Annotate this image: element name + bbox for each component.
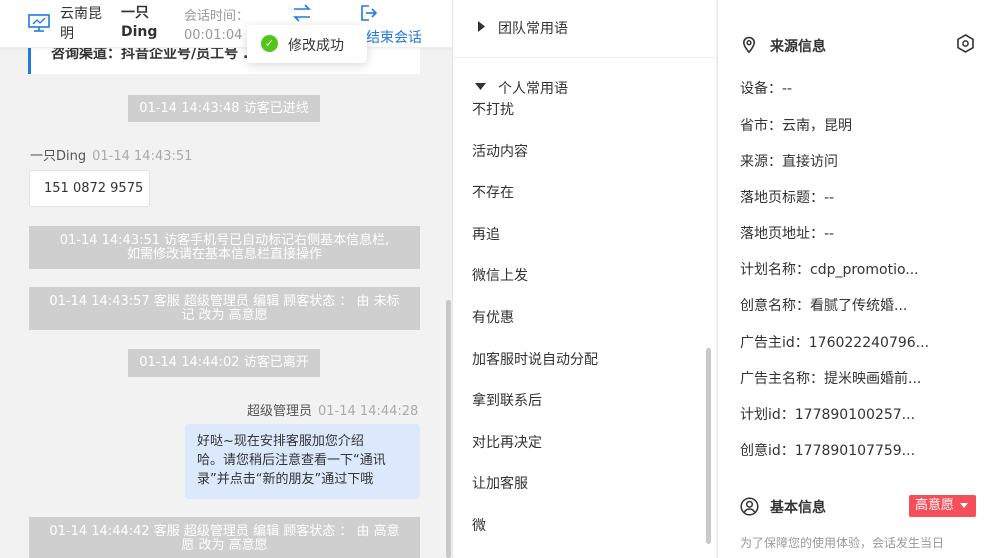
phrase-item[interactable]: 不打扰 [472,99,514,119]
phrase-item[interactable]: 对比再决定 [472,432,542,452]
transfer-icon[interactable] [291,4,313,22]
phrase-item[interactable]: 微 [472,515,486,535]
info-row-advertiser-id: 广告主id：176022240796... [740,335,930,351]
visitor-nickname: 一只Ding [121,5,158,40]
phrase-item[interactable]: 让加客服 [472,473,528,493]
chat-scrollbar[interactable] [446,300,451,558]
end-session-button[interactable]: 结束会话 [366,27,422,47]
phrase-item[interactable]: 活动内容 [472,141,528,161]
source-info-header: 来源信息 [740,36,940,56]
phrases-panel: 团队常用语 个人常用语 不打扰 活动内容 不存在 再追 微信上发 有优惠 加客服… [453,0,716,558]
basic-info-header: 基本信息 [740,497,900,517]
caret-right-icon [478,21,485,32]
privacy-notice: 为了保障您的使用体验，会话发生当日 [740,536,945,550]
visitor-name: 一只Ding [30,149,87,164]
info-row-creative-id: 创意id：177890107759... [740,443,916,459]
system-message-line: 01-14 14:44:42 客服 超级管理员 编辑 顾客状态 ： 由 高意 [49,523,400,539]
info-row-plan-id: 计划id：177890100257... [740,407,916,423]
caret-down-icon [475,83,486,90]
agent-name: 超级管理员 [247,404,313,419]
agent-message-bubble: 好哒~现在安排客服加您介绍 哈。请您稍后注意查看一下“通讯 录”并点击“新的朋友… [185,424,420,499]
session-time-value: 00:01:04 [184,28,243,43]
team-phrases-toggle[interactable]: 团队常用语 [453,18,716,38]
location-pin-icon [742,36,756,54]
system-message-line: 愿 改为 高意愿 [181,537,268,553]
agent-sender-line: 超级管理员 01-14 14:44:28 [247,400,418,419]
exit-icon[interactable] [360,4,378,22]
info-row-creative-name: 创意名称：看腻了传统婚... [740,298,908,314]
phrase-item[interactable]: 不存在 [472,182,514,202]
visitor-info-panel: 来源信息 设备：-- 省市：云南，昆明 来源：直接访问 落地页标题：-- 落地页… [717,0,994,558]
info-row-source: 来源：直接访问 [740,154,838,170]
chat-header: 云南昆明 一只Ding 会话时间： 00:01:04 结束会话 [0,0,452,48]
agent-message-line: 哈。请您稍后注意查看一下“通讯 [197,453,386,468]
info-row-landing-url: 落地页地址：-- [740,226,835,242]
system-message: 01-14 14:44:02 访客已离开 [128,349,320,377]
system-message: 01-14 14:43:57 客服 超级管理员 编辑 顾客状态 ： 由 未标 记… [29,287,420,330]
system-message: 01-14 14:43:48 访客已进线 [128,95,320,122]
source-info-title: 来源信息 [770,39,826,55]
basic-info-title: 基本信息 [770,500,826,516]
agent-message-line: 好哒~现在安排客服加您介绍 [197,434,364,449]
phrase-item[interactable]: 微信上发 [472,265,528,285]
system-message-line: 记 改为 高意愿 [181,307,268,323]
phrases-scrollbar[interactable] [706,348,711,544]
system-message-line: 如需修改请在基本信息栏直接操作 [126,246,322,262]
info-row-landing-title: 落地页标题：-- [740,190,835,206]
status-badge[interactable]: 高意愿 [909,495,976,517]
visitor-location: 云南昆明 [60,6,102,42]
agent-message-line: 录”并点击“新的朋友”通过下哦 [197,472,374,487]
info-row-advertiser-name: 广告主名称：提米映画婚前... [740,371,922,387]
status-badge-label: 高意愿 [915,498,955,513]
info-row-province: 省市：云南，昆明 [740,118,852,134]
user-circle-icon [740,497,759,516]
system-message-line: 01-14 14:43:57 客服 超级管理员 编辑 顾客状态 ： 由 未标 [49,293,400,309]
system-message-line: 01-14 14:43:51 访客手机号已自动标记右侧基本信息栏, [59,232,390,248]
check-circle-icon: ✓ [261,35,278,52]
visitor-message-bubble: 151 0872 9575 [29,170,150,207]
personal-phrases-label: 个人常用语 [498,81,568,97]
phrase-item[interactable]: 有优惠 [472,307,514,327]
info-row-device: 设备：-- [740,81,793,97]
personal-phrases-toggle[interactable]: 个人常用语 [453,78,716,98]
chat-panel: 云南昆明 一只Ding 会话时间： 00:01:04 结束会话 ✓ 修改成功 咨… [0,0,453,558]
session-time-label: 会话时间： [184,9,250,24]
system-message: 01-14 14:43:51 访客手机号已自动标记右侧基本信息栏, 如需修改请在… [29,226,420,269]
window-edge [990,0,994,558]
visitor-sender-line: 一只Ding 01-14 14:43:51 [30,145,192,164]
monitor-icon [28,14,50,32]
toast-text: 修改成功 [288,38,344,54]
visitor-time: 01-14 14:43:51 [92,149,193,164]
caret-down-icon [960,503,968,508]
settings-hex-icon[interactable] [956,34,975,53]
phrase-item[interactable]: 再追 [472,224,500,244]
system-message: 01-14 14:44:42 客服 超级管理员 编辑 顾客状态 ： 由 高意 愿… [29,517,420,558]
phrase-item[interactable]: 加客服时说自动分配 [472,349,598,369]
phrase-item[interactable]: 拿到联系后 [472,390,542,410]
agent-time: 01-14 14:44:28 [318,404,419,419]
app-root: 云南昆明 一只Ding 会话时间： 00:01:04 结束会话 ✓ 修改成功 咨… [0,0,994,558]
info-row-plan-name: 计划名称：cdp_promotio... [740,262,919,278]
success-toast: ✓ 修改成功 [247,25,367,63]
team-phrases-label: 团队常用语 [498,21,568,37]
divider [453,57,716,58]
